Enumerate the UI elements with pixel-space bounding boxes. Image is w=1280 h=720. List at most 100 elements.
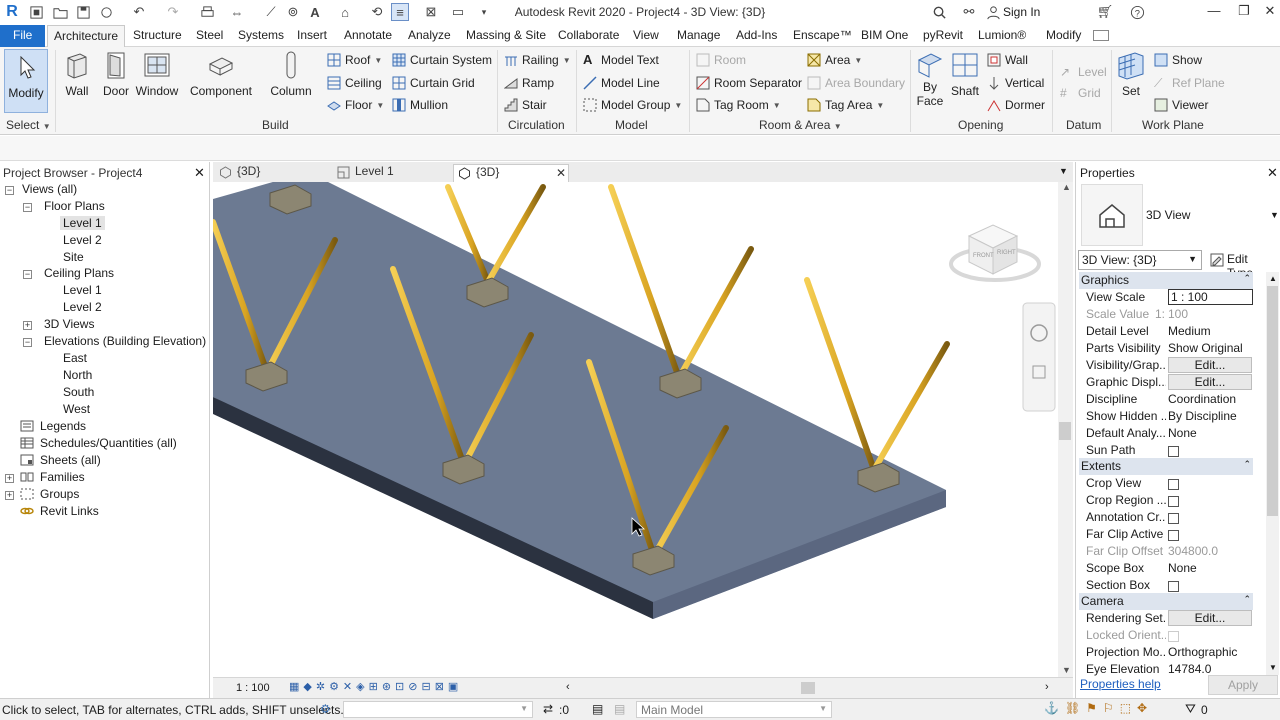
tree-east[interactable]: East [63,351,87,365]
column-button[interactable]: Column [268,50,314,98]
show-work-plane-button[interactable]: Show [1154,51,1202,69]
close-window-icon[interactable]: ✕ [1256,3,1280,21]
edit-button[interactable]: Edit... [1168,374,1252,390]
edit-type-button[interactable]: Edit Type [1207,250,1277,280]
tab-pyrevit[interactable]: pyRevit [923,28,963,42]
close-tab-icon[interactable]: ✕ [556,166,566,180]
mullion-button[interactable]: Mullion [392,96,448,114]
grid-button[interactable]: # Grid [1060,84,1101,102]
door-button[interactable]: Door [100,50,132,98]
sign-in-link[interactable]: Sign In [1003,5,1040,19]
area-button[interactable]: Area ▼ [807,51,862,69]
tab-bim-one[interactable]: BIM One [861,28,908,42]
help-icon[interactable]: ? [1128,3,1146,21]
properties-scroll-thumb[interactable] [1267,286,1278,516]
scroll-down-icon[interactable]: ▼ [1269,663,1277,672]
prop-value[interactable]: None [1168,561,1253,575]
tag-area-button[interactable]: Tag Area ▼ [807,96,884,114]
tree-floor-plans[interactable]: Floor Plans [44,199,105,213]
prop-value[interactable]: Coordination [1168,392,1253,406]
scroll-up-icon[interactable]: ▲ [1062,182,1071,192]
tree-families[interactable]: Families [40,470,85,484]
viewcube[interactable]: FRONT RIGHT [949,224,1041,282]
level-button[interactable]: ↗ Level [1060,63,1107,81]
tree-groups[interactable]: Groups [40,487,79,501]
ceiling-button[interactable]: Ceiling [327,74,382,92]
tab-list-icon[interactable]: ▼ [1059,166,1068,176]
design-option-selector[interactable]: Main Model ▼ [636,701,832,718]
design-options-icon[interactable]: ▤ [592,702,603,716]
dormer-button[interactable]: Dormer [987,96,1045,114]
prop-annotation-crop[interactable]: Annotation Cr... [1079,509,1253,526]
tab-modify[interactable]: Modify [1046,28,1081,42]
tree-north[interactable]: North [63,368,92,382]
tab-collaborate[interactable]: Collaborate [558,28,619,42]
tab-systems[interactable]: Systems [238,28,284,42]
prop-scope-box[interactable]: Scope Box None [1079,560,1253,577]
prop-crop-region[interactable]: Crop Region ... [1079,492,1253,509]
section-box-checkbox[interactable] [1168,581,1179,593]
room-button[interactable]: Room [696,51,746,69]
type-dropdown-icon[interactable]: ▼ [1270,210,1279,220]
prop-default-analysis[interactable]: Default Analy... None [1079,425,1253,442]
prop-value[interactable]: Orthographic [1168,645,1253,659]
viewer-button[interactable]: Viewer [1154,96,1208,114]
prop-value[interactable]: Show Original [1168,341,1253,355]
ref-plane-button[interactable]: ⟋ Ref Plane [1154,74,1225,92]
select-panel-label[interactable]: Select ▼ [6,118,51,132]
view-scale[interactable]: 1 : 100 [236,682,270,694]
tab-structure[interactable]: Structure [133,28,182,42]
area-boundary-button[interactable]: Area Boundary [807,74,905,92]
apply-button[interactable]: Apply [1208,675,1278,695]
tab-view[interactable]: View [633,28,659,42]
by-face-button[interactable]: By Face [914,50,946,108]
edit-button[interactable]: Edit... [1168,610,1252,626]
view-control-icons[interactable]: ▦◆✲⚙✕◈⊞⊛⊡⊘⊟⊠▣ [289,680,462,693]
prop-sun-path[interactable]: Sun Path [1079,442,1253,459]
curtain-system-button[interactable]: Curtain System [392,51,492,69]
prop-value[interactable]: 14784.0 [1168,662,1253,676]
group-graphics[interactable]: Graphics ⌃ [1079,272,1253,289]
user-icon[interactable] [984,3,1002,21]
prop-discipline[interactable]: Discipline Coordination [1079,391,1253,408]
prop-rendering-settings[interactable]: Rendering Set... Edit... [1079,610,1253,627]
tree-views-all[interactable]: Views (all) [22,182,77,196]
prop-projection-mode[interactable]: Projection Mo... Orthographic [1079,644,1253,661]
collapse-icon[interactable]: − [23,203,32,212]
properties-scrollbar[interactable]: ▲ ▼ [1266,272,1279,675]
tree-ceiling-plans[interactable]: Ceiling Plans [44,266,114,280]
ramp-button[interactable]: Ramp [504,74,554,92]
tab-annotate[interactable]: Annotate [344,28,392,42]
horizontal-scroll-thumb[interactable] [801,682,815,694]
close-properties-icon[interactable]: ✕ [1267,165,1278,181]
window-button[interactable]: Window [135,50,179,98]
tree-level-2[interactable]: Level 2 [63,233,102,247]
component-button[interactable]: Component [188,50,254,98]
search-icon[interactable] [930,3,948,21]
close-project-browser-icon[interactable]: ✕ [194,165,205,181]
minimize-icon[interactable]: — [1200,3,1228,21]
sun-path-checkbox[interactable] [1168,446,1179,458]
room-area-panel-label[interactable]: Room & Area ▼ [759,118,842,132]
vertical-opening-button[interactable]: Vertical [987,74,1044,92]
expand-icon[interactable]: + [5,491,14,500]
tab-massing-site[interactable]: Massing & Site [466,28,546,42]
collapse-icon[interactable]: − [5,186,14,195]
prop-section-box[interactable]: Section Box [1079,577,1253,594]
editable-only-icon[interactable]: ⇄ [543,702,553,716]
prop-far-clip-active[interactable]: Far Clip Active [1079,526,1253,543]
prop-visibility-graphics[interactable]: Visibility/Grap... Edit... [1079,357,1253,374]
worksets-icon[interactable]: ⚙ [320,702,331,716]
tab-add-ins[interactable]: Add-Ins [736,28,777,42]
tree-south[interactable]: South [63,385,94,399]
tab-analyze[interactable]: Analyze [408,28,451,42]
cart-icon[interactable]: 🛒︎ [1096,3,1114,21]
prop-view-scale[interactable]: View Scale 1 : 100 [1079,289,1253,306]
prop-show-hidden[interactable]: Show Hidden ... By Discipline [1079,408,1253,425]
view-scale-input[interactable]: 1 : 100 [1168,289,1253,305]
hscroll-left-icon[interactable]: ‹ [566,681,570,693]
type-name[interactable]: 3D View [1146,208,1190,222]
prop-value[interactable]: Medium [1168,324,1253,338]
navigation-bar[interactable] [1022,302,1056,412]
tree-site[interactable]: Site [63,250,84,264]
